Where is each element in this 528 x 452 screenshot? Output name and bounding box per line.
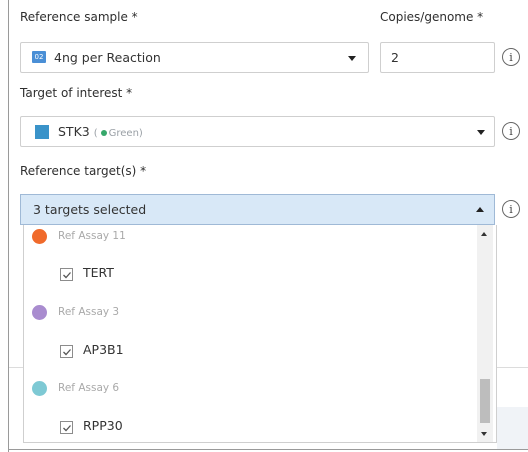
green-dot-icon — [100, 129, 107, 136]
reference-sample-select[interactable]: 02 4ng per Reaction — [20, 42, 369, 73]
target-of-interest-value: STK3 — [58, 124, 90, 139]
info-icon[interactable]: i — [502, 200, 520, 218]
target-color-swatch — [35, 125, 49, 139]
list-item[interactable]: TERT — [83, 265, 114, 280]
background-band — [497, 407, 528, 449]
check-icon — [62, 424, 71, 431]
sample-badge: 02 — [32, 51, 46, 63]
reference-targets-list[interactable]: Ref Assay 11 TERT Ref Assay 3 AP3B1 Ref … — [23, 225, 497, 443]
group-label: Ref Assay 6 — [58, 382, 120, 394]
chevron-down-icon[interactable] — [348, 56, 356, 61]
checkbox[interactable] — [60, 421, 73, 434]
reference-sample-label: Reference sample * — [20, 10, 138, 24]
ref-assay-color-dot — [32, 229, 47, 244]
list-item[interactable]: RPP30 — [83, 418, 123, 433]
copies-genome-label: Copies/genome * — [380, 10, 484, 24]
scroll-down-icon[interactable] — [481, 432, 487, 436]
chevron-up-icon[interactable] — [476, 207, 484, 212]
reference-sample-value: 4ng per Reaction — [54, 50, 161, 65]
checkbox[interactable] — [60, 268, 73, 281]
list-item[interactable]: AP3B1 — [83, 342, 124, 357]
reference-targets-label: Reference target(s) * — [20, 164, 147, 178]
copies-genome-input[interactable]: 2 — [380, 42, 495, 73]
ref-assay-color-dot — [32, 305, 47, 320]
target-color-name: Green — [108, 128, 139, 139]
reference-targets-summary: 3 targets selected — [33, 202, 147, 217]
info-icon[interactable]: i — [502, 122, 520, 140]
target-of-interest-label: Target of interest * — [20, 86, 133, 100]
check-icon — [62, 271, 71, 278]
panel-bottom-border — [8, 449, 528, 450]
check-icon — [62, 348, 71, 355]
copies-genome-value: 2 — [391, 50, 399, 65]
group-label: Ref Assay 11 — [58, 230, 126, 242]
group-label: Ref Assay 3 — [58, 306, 120, 318]
ref-assay-color-dot — [32, 381, 47, 396]
scrollbar-thumb[interactable] — [480, 379, 490, 423]
target-of-interest-select[interactable]: STK3 (Green) — [20, 116, 495, 147]
checkbox[interactable] — [60, 345, 73, 358]
panel-left-border — [8, 0, 9, 452]
divider — [9, 367, 23, 368]
divider — [497, 367, 528, 368]
scrollbar[interactable] — [477, 225, 493, 442]
info-icon[interactable]: i — [502, 48, 520, 66]
scroll-up-icon[interactable] — [481, 232, 487, 236]
chevron-down-icon[interactable] — [477, 130, 485, 135]
reference-targets-select[interactable]: 3 targets selected — [20, 194, 495, 225]
